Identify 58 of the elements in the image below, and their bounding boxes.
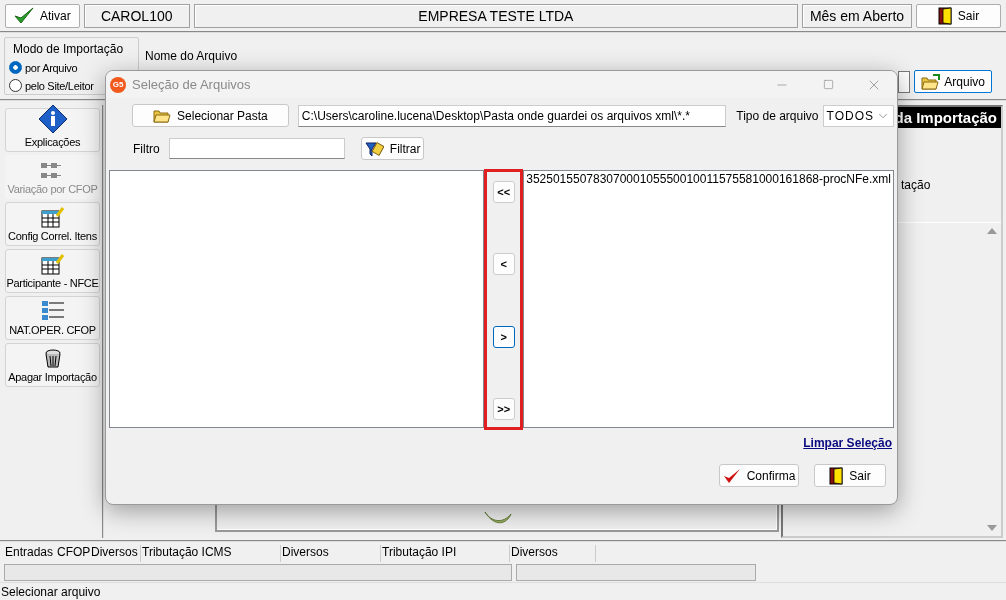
filter-button[interactable]: Filtrar (360, 137, 424, 160)
field-label: Filtro (133, 141, 160, 156)
dialog-title: Seleção de Arquivos (132, 77, 252, 92)
field-label: Nome do Arquivo (145, 49, 239, 63)
radio-button[interactable] (9, 79, 22, 92)
status-text: Selecionar arquivo (0, 582, 1006, 600)
folder-icon (153, 108, 172, 123)
company-panel: EMPRESA TESTE LTDA (193, 3, 798, 28)
radio-label: pelo Site/Leitor (25, 79, 94, 92)
folder-icon (921, 73, 942, 90)
tab[interactable]: Tributação IPI (381, 545, 510, 562)
confirm-button[interactable]: Confirma (719, 464, 799, 487)
group-title: Modo de Importação (13, 42, 125, 56)
exit-button[interactable]: Sair (916, 3, 1001, 28)
info-icon (37, 104, 68, 134)
activate-button[interactable]: Ativar (5, 3, 80, 28)
user-panel: CAROL100 (83, 3, 190, 28)
tab[interactable]: Tributação ICMS (141, 545, 281, 562)
radio-label: por Arquivo (25, 61, 78, 74)
select-folder-button[interactable]: Selecionar Pasta (132, 104, 289, 127)
exit-button[interactable]: Sair (814, 464, 886, 487)
door-icon (937, 6, 952, 25)
path-field[interactable]: C:\Users\caroline.lucena\Desktop\Pasta onde guardei os arquivos xml\*.* (297, 104, 727, 127)
file-type-select[interactable]: TODOS (822, 104, 894, 127)
tab[interactable]: CFOP (56, 545, 90, 562)
maximize-icon[interactable] (822, 79, 834, 90)
tab[interactable]: Entradas (4, 545, 56, 562)
file-item[interactable]: 35250155078307000105550010011575581000161868-procNFe.xml (526, 172, 891, 186)
move-button[interactable]: > (492, 325, 515, 348)
scroll-up-icon[interactable] (987, 228, 997, 234)
check-icon (14, 6, 34, 25)
list-icon (40, 300, 65, 322)
sidebar-button[interactable]: NAT.OPER. CFOP (5, 296, 100, 340)
sidebar-button[interactable]: Apagar Importação (5, 343, 100, 387)
app-logo: G5 (110, 76, 126, 93)
radio-button[interactable] (9, 61, 22, 74)
sidebar-button[interactable]: Participante - NFCE (5, 249, 100, 293)
move-button[interactable]: << (492, 181, 515, 203)
door-icon (829, 466, 844, 485)
file-button[interactable]: Arquivo (914, 70, 992, 93)
panel-text: tação (901, 178, 932, 192)
sidebar-button[interactable]: Config Correl. Itens (5, 202, 100, 246)
sidebar-button[interactable]: Explicações (5, 108, 100, 152)
tab[interactable]: Diversos (281, 545, 381, 562)
period-panel: Mês em Aberto (802, 3, 912, 28)
scroll-down-icon[interactable] (987, 525, 997, 531)
table-icon (40, 253, 65, 275)
table-icon (40, 206, 65, 228)
clear-selection-link[interactable]: Limpar Seleção (803, 436, 892, 450)
check-icon (722, 467, 741, 484)
tab[interactable]: Diversos (90, 545, 141, 562)
filter-field[interactable] (168, 138, 345, 159)
funnel-icon (363, 139, 384, 158)
trash-icon (43, 349, 62, 369)
tab[interactable]: Diversos (510, 545, 596, 562)
move-button[interactable]: >> (492, 398, 515, 420)
move-button[interactable]: < (492, 253, 515, 276)
file-name-field[interactable] (898, 70, 911, 93)
